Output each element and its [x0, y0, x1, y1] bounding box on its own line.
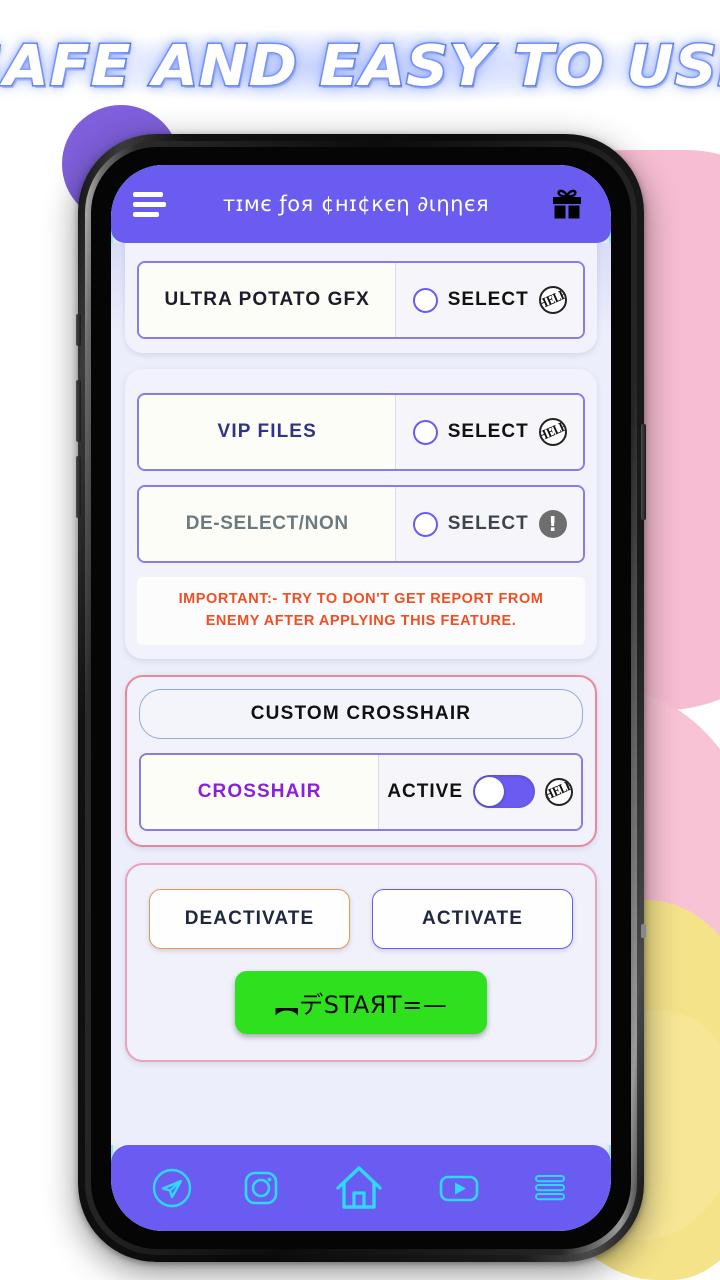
- phone-volume-down-button: [76, 456, 81, 518]
- phone-frame-mid: ᴛɪмє ƒоя ¢нɪ¢кєη ∂ιηηєя ULTRA POTATO GFX…: [85, 141, 637, 1255]
- help-icon-label: HELP: [545, 779, 573, 804]
- youtube-icon: [434, 1165, 484, 1211]
- phone-frame-antenna-line: [641, 924, 646, 938]
- option-control-group: SELECT !: [396, 487, 583, 561]
- phone-volume-up-button: [76, 380, 81, 442]
- promo-banner: SAFE AND EASY TO USE: [0, 30, 720, 102]
- start-button-wrapper: ︻デSTAЯT=—: [149, 970, 573, 1034]
- option-control-group: SELECT HELP: [396, 263, 583, 337]
- option-label: ULTRA POTATO GFX: [139, 263, 397, 337]
- gift-icon[interactable]: [545, 182, 589, 226]
- help-icon-label: HELP: [538, 287, 567, 313]
- option-row-crosshair[interactable]: CROSSHAIR ACTIVE HELP: [139, 752, 583, 831]
- warning-icon[interactable]: !: [538, 510, 567, 538]
- nav-home-button[interactable]: [328, 1157, 390, 1219]
- select-label: SELECT: [447, 289, 529, 310]
- promo-banner-text: SAFE AND EASY TO USE: [0, 32, 720, 100]
- nav-youtube-button[interactable]: [434, 1165, 484, 1211]
- nav-instagram-button[interactable]: [238, 1165, 284, 1211]
- app-title: ᴛɪмє ƒоя ¢нɪ¢кєη ∂ιηηєя: [222, 192, 490, 216]
- warning-icon-label: !: [548, 512, 558, 536]
- crosshair-toggle[interactable]: [473, 775, 535, 808]
- active-label: ACTIVE: [387, 780, 463, 802]
- phone-frame-inner: ᴛɪмє ƒоя ¢нɪ¢кєη ∂ιηηєя ULTRA POTATO GFX…: [91, 147, 631, 1249]
- nav-telegram-button[interactable]: [149, 1165, 195, 1211]
- option-row-ultra-potato-gfx[interactable]: ULTRA POTATO GFX SELECT HELP: [137, 261, 585, 339]
- crosshair-section-heading: CUSTOM CROSSHAIR: [139, 688, 583, 739]
- menu-lines-icon: [527, 1165, 573, 1211]
- select-label: SELECT: [447, 513, 529, 534]
- help-icon-label: HELP: [538, 419, 567, 445]
- important-notice: IMPORTANT:- TRY TO DON'T GET REPORT FROM…: [137, 577, 585, 645]
- help-icon[interactable]: HELP: [538, 286, 567, 314]
- actions-section-card: DEACTIVATE ACTIVATE ︻デSTAЯT=—: [125, 862, 597, 1062]
- select-radio[interactable]: [412, 287, 438, 313]
- help-icon[interactable]: HELP: [545, 777, 573, 806]
- action-buttons-row: DEACTIVATE ACTIVATE: [149, 888, 573, 949]
- option-label: DE-SELECT/NON: [139, 487, 397, 561]
- phone-power-button: [641, 424, 646, 520]
- option-control-group: ACTIVE HELP: [379, 754, 581, 829]
- option-row-de-select-non[interactable]: DE-SELECT/NON SELECT !: [137, 485, 585, 563]
- app-header: ᴛɪмє ƒоя ¢нɪ¢кєη ∂ιηηєя: [111, 165, 611, 243]
- select-radio[interactable]: [412, 511, 438, 537]
- start-button[interactable]: ︻デSTAЯT=—: [234, 970, 488, 1034]
- phone-screen: ᴛɪмє ƒоя ¢нɪ¢кєη ∂ιηηєя ULTRA POTATO GFX…: [111, 165, 611, 1231]
- nav-menu-button[interactable]: [527, 1165, 573, 1211]
- app-scroll-body[interactable]: ULTRA POTATO GFX SELECT HELP VIP FILES S…: [111, 243, 611, 1145]
- bottom-navigation-bar: [111, 1145, 611, 1231]
- files-section-card: VIP FILES SELECT HELP DE-SELECT/NON SELE…: [125, 369, 597, 659]
- crosshair-toggle-knob: [475, 777, 504, 806]
- deactivate-button[interactable]: DEACTIVATE: [149, 888, 350, 949]
- gfx-section-card: ULTRA POTATO GFX SELECT HELP: [125, 243, 597, 353]
- hamburger-icon[interactable]: [133, 191, 167, 217]
- phone-mockup: ᴛɪмє ƒоя ¢нɪ¢кєη ∂ιηηєя ULTRA POTATO GFX…: [76, 134, 646, 1262]
- telegram-icon: [149, 1165, 195, 1211]
- crosshair-section-card: CUSTOM CROSSHAIR CROSSHAIR ACTIVE HELP: [125, 674, 597, 847]
- activate-button[interactable]: ACTIVATE: [372, 888, 573, 949]
- help-icon[interactable]: HELP: [538, 418, 567, 446]
- option-label: CROSSHAIR: [141, 754, 380, 829]
- instagram-icon: [238, 1165, 284, 1211]
- home-icon: [328, 1157, 390, 1219]
- option-control-group: SELECT HELP: [396, 395, 583, 469]
- option-row-vip-files[interactable]: VIP FILES SELECT HELP: [137, 393, 585, 471]
- option-label: VIP FILES: [139, 395, 397, 469]
- select-label: SELECT: [447, 421, 529, 442]
- important-notice-line2: ENEMY AFTER APPLYING THIS FEATURE.: [205, 612, 517, 629]
- select-radio[interactable]: [412, 419, 438, 445]
- important-notice-line1: IMPORTANT:- TRY TO DON'T GET REPORT FROM: [178, 591, 544, 607]
- phone-mute-switch: [76, 314, 81, 346]
